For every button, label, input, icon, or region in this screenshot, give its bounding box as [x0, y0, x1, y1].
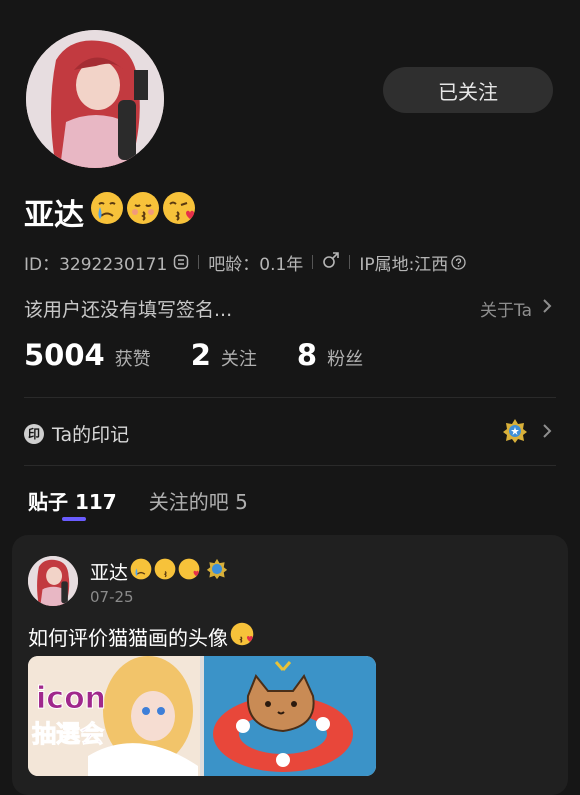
crying-emoji-icon: [130, 558, 152, 585]
image-text-lottery: 抽選会: [32, 720, 104, 748]
username-text: 亚达: [24, 198, 84, 233]
profile-username: 亚达: [24, 190, 196, 234]
post-date: 07-25: [90, 588, 134, 606]
chevron-right-icon: [542, 423, 552, 443]
kissing-heart-emoji-icon: [178, 558, 200, 585]
user-id-text: ID：3292230171: [24, 254, 168, 275]
post-author-name-row: 亚达: [90, 558, 228, 585]
followed-button[interactable]: 已关注: [383, 67, 553, 113]
stat-number: 5004: [24, 338, 105, 372]
imprint-row[interactable]: 印 Ta的印记: [24, 420, 129, 447]
profile-tabs: 贴子 117 关注的吧 5: [28, 486, 248, 515]
profile-avatar[interactable]: [26, 30, 164, 168]
chevron-right-icon: [542, 298, 552, 319]
badge-star-icon: [502, 418, 528, 448]
stat-following[interactable]: 2 关注: [191, 338, 257, 372]
post-author-avatar[interactable]: [28, 556, 78, 606]
section-divider: [24, 465, 556, 466]
post-images[interactable]: icon 抽選会: [28, 656, 376, 776]
kissing-emoji-icon: [154, 558, 176, 585]
post-author-name: 亚达: [90, 562, 129, 584]
stat-label: 关注: [220, 349, 257, 370]
stat-number: 8: [296, 338, 318, 372]
divider: [312, 255, 314, 269]
stat-label: 粉丝: [327, 349, 364, 370]
ip-location-text: IP属地:江西: [359, 254, 449, 275]
imprint-badges[interactable]: [502, 418, 552, 448]
imprint-label: Ta的印记: [52, 424, 130, 446]
post-title-row[interactable]: 如何评价猫猫画的头像: [28, 622, 254, 651]
help-icon[interactable]: [451, 254, 466, 270]
about-ta-link[interactable]: 关于Ta: [480, 296, 552, 321]
about-label: 关于Ta: [480, 301, 532, 321]
copy-icon[interactable]: [173, 254, 189, 270]
divider: [198, 255, 200, 269]
stat-label: 获赞: [114, 349, 151, 370]
profile-stats: 5004 获赞 2 关注 8 粉丝: [24, 338, 403, 372]
active-tab-indicator: [62, 517, 86, 521]
divider: [349, 255, 351, 269]
kissing-heart-emoji-icon: [230, 622, 254, 651]
crying-emoji-icon: [90, 191, 124, 233]
kissing-heart-emoji-icon: [162, 191, 196, 233]
image-text-icon: icon: [36, 681, 106, 716]
section-divider: [24, 397, 556, 398]
male-gender-icon: [322, 251, 340, 274]
tab-followed-bars[interactable]: 关注的吧 5: [149, 486, 248, 515]
profile-meta-row: ID：3292230171 吧龄：0.1年 IP属地:江西: [24, 250, 466, 275]
stat-fans[interactable]: 8 粉丝: [297, 338, 363, 372]
tab-posts[interactable]: 贴子 117: [28, 486, 117, 515]
kissing-emoji-icon: [126, 191, 160, 233]
post-title: 如何评价猫猫画的头像: [28, 626, 228, 650]
stat-likes: 5004 获赞: [24, 338, 151, 372]
stat-number: 2: [190, 338, 211, 372]
bar-age-text: 吧龄：0.1年: [208, 254, 304, 275]
profile-signature: 该用户还没有填写签名...: [24, 299, 233, 321]
badge-star-icon: [206, 558, 228, 585]
imprint-seal-icon: 印: [24, 423, 44, 444]
